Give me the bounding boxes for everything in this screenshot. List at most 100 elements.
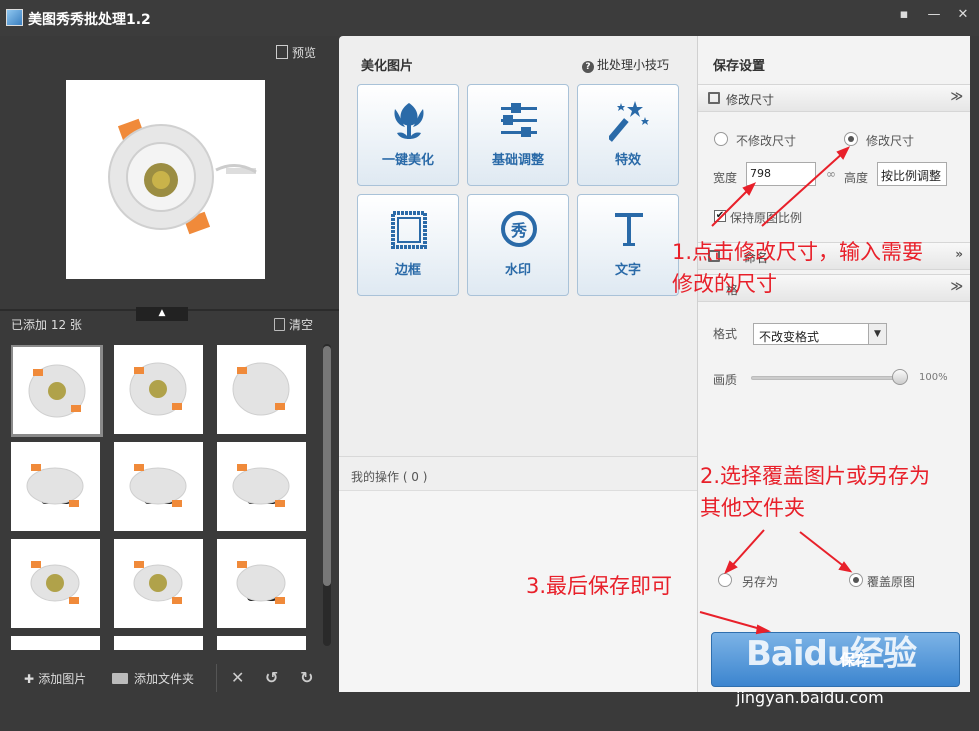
save-settings-panel: 保存设置 修改尺寸 ≫ 不修改尺寸 修改尺寸 宽度 798 ∞ 高度 按比例调整… [697,36,971,692]
toolbar-separator [216,664,217,692]
text-T-icon [615,213,643,246]
tulip-icon [394,103,424,139]
tool-label: 水印 [504,263,531,278]
tool-label: 一键美化 [381,153,434,168]
save-as-label: 另存为 [742,575,779,589]
image-thumbnail[interactable] [11,539,100,628]
baidu-watermark: Baidu经验 [746,634,917,674]
no-resize-label: 不修改尺寸 [736,134,797,148]
image-thumbnail[interactable] [11,636,100,650]
collapse-preview-toggle[interactable]: ▲ [136,307,188,321]
add-image-label: 添加图片 [38,672,87,686]
image-thumbnail[interactable] [114,539,203,628]
preview-button[interactable]: 预览 [276,44,316,61]
image-thumbnail[interactable] [217,345,306,434]
my-operations-header: 我的操作 ( 0 ) [339,457,697,491]
keep-ratio-checkbox[interactable]: ✔ [714,210,726,222]
preview-image [66,80,265,279]
svg-text:秀: 秀 [510,221,527,240]
preview-label: 预览 [292,46,317,60]
add-folder-button[interactable]: 添加文件夹 [112,670,194,687]
basic-adjust-button[interactable]: 基础调整 [467,84,569,186]
image-thumbnail[interactable] [217,539,306,628]
help-icon: ? [582,61,594,73]
thumbnail-grid [11,345,311,650]
format-select-value: 不改变格式 [759,330,820,344]
height-input[interactable]: 按比例调整 [877,162,947,186]
tool-label: 边框 [394,263,421,278]
thumbnail-scrollbar[interactable] [323,344,331,646]
image-thumbnail[interactable] [11,442,100,531]
trash-icon [274,318,285,331]
tool-label: 特效 [614,153,641,168]
text-button[interactable]: 文字 [577,194,679,296]
my-operations-label: 我的操作 ( 0 ) [351,470,428,484]
tool-label: 基础调整 [491,153,544,168]
scrollbar-thumb[interactable] [323,346,331,586]
frame-button[interactable]: 边框 [357,194,459,296]
clear-label: 清空 [289,318,314,332]
link-ratio-icon[interactable]: ∞ [826,167,836,181]
resize-section-header[interactable]: 修改尺寸 ≫ [698,84,971,112]
keep-ratio-label: 保持原图比例 [730,211,803,225]
watermark-button[interactable]: 秀 水印 [467,194,569,296]
format-label: 格式 [713,327,738,341]
feedback-icon[interactable]: ▪ [895,6,913,24]
batch-tips-link[interactable]: ? 批处理小技巧 [582,56,669,73]
width-input[interactable]: 798 [746,162,816,186]
rotate-left-icon[interactable]: ↺ [265,668,278,687]
dropdown-arrow-icon[interactable]: ▼ [868,324,886,344]
quality-label: 画质 [713,373,738,387]
plus-icon: ✚ [24,672,39,686]
add-folder-label: 添加文件夹 [134,672,195,686]
save-settings-title: 保存设置 [713,59,766,74]
left-panel: 预览 ▲ 已添加 12 张 清空 ✚ 添加图片 添加文件夹 ✕ ↺ ↻ [0,36,339,731]
close-button[interactable]: ✕ [954,6,972,24]
window-title: 美图秀秀批处理1.2 [28,12,151,28]
image-thumbnail[interactable] [114,345,203,434]
save-as-radio[interactable] [718,573,732,587]
image-thumbnail[interactable] [217,636,306,650]
resize-label: 修改尺寸 [866,134,915,148]
image-thumbnail[interactable] [11,345,103,437]
one-click-beautify-button[interactable]: 一键美化 [357,84,459,186]
minimize-button[interactable]: — [925,6,943,24]
added-count-label: 已添加 12 张 [11,318,82,332]
folder-icon [112,673,128,684]
window-right-edge [970,36,979,692]
effects-button[interactable]: 特效 [577,84,679,186]
quality-slider-track[interactable] [751,376,903,380]
overwrite-label: 覆盖原图 [867,575,916,589]
crop-icon [708,92,720,104]
magic-wand-icon [609,101,649,142]
quality-value: 100% [919,372,948,383]
add-image-button[interactable]: ✚ 添加图片 [24,670,86,687]
annotation-step1-line1: 1.点击修改尺寸，输入需要 [672,240,924,264]
width-label: 宽度 [713,171,738,185]
watermark-seal-icon: 秀 [501,211,537,247]
annotation-step2-line2: 其他文件夹 [700,496,805,520]
no-resize-radio[interactable] [714,132,728,146]
image-thumbnail[interactable] [114,636,203,650]
resize-radio[interactable] [844,132,858,146]
preview-icon [276,45,288,59]
chevron-down-icon: ≫ [950,279,963,293]
format-select[interactable]: 不改变格式 ▼ [753,323,887,345]
bottom-toolbar: ✚ 添加图片 添加文件夹 ✕ ↺ ↻ [0,658,339,698]
quality-slider-handle[interactable] [892,369,908,385]
overwrite-radio[interactable] [849,573,863,587]
frame-icon [391,211,427,249]
tips-label: 批处理小技巧 [597,58,670,72]
beautify-title: 美化图片 [361,59,414,74]
rotate-right-icon[interactable]: ↻ [300,668,313,687]
image-thumbnail[interactable] [217,442,306,531]
annotation-step3: 3.最后保存即可 [526,574,673,598]
clear-button[interactable]: 清空 [274,316,313,333]
sliders-icon [501,103,537,137]
annotation-step2-line1: 2.选择覆盖图片或另存为 [700,464,931,488]
baidu-watermark-url: jingyan.baidu.com [736,688,884,707]
image-thumbnail[interactable] [114,442,203,531]
tool-label: 文字 [614,263,641,278]
annotation-step1-line2: 修改的尺寸 [672,272,777,296]
delete-icon[interactable]: ✕ [231,668,244,687]
